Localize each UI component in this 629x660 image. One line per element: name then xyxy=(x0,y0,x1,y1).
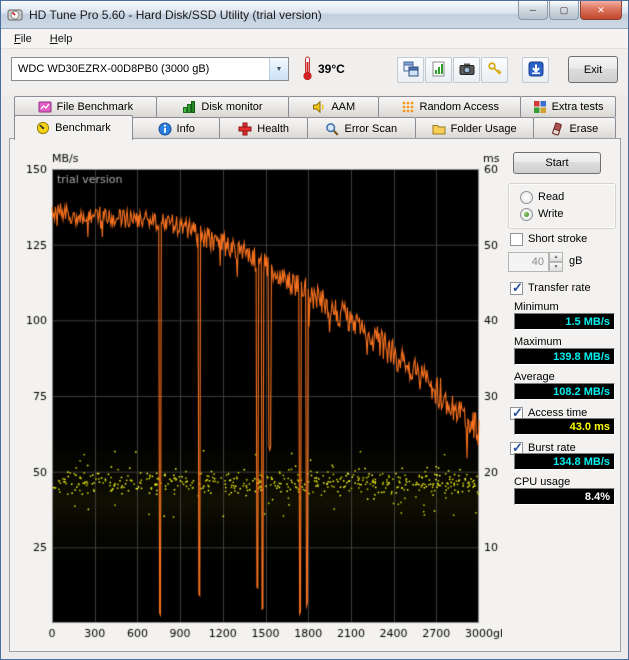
tab-random-access[interactable]: Random Access xyxy=(378,96,522,117)
thermometer-icon xyxy=(301,55,314,84)
menu-item-file[interactable]: File xyxy=(5,31,41,47)
drive-select-value: WDC WD30EZRX-00D8PB0 (3000 gB) xyxy=(18,63,210,75)
benchmark-page: Start Read Write Short stroke 40 ▲ ▼ gB xyxy=(9,138,621,652)
toolbar: WDC WD30EZRX-00D8PB0 (3000 gB) ▼ 39°C Ex… xyxy=(1,49,628,95)
extra-tests-icon xyxy=(533,100,547,114)
chevron-down-icon: ▼ xyxy=(269,58,288,80)
random-access-icon xyxy=(401,100,415,114)
tab-file-benchmark[interactable]: File Benchmark xyxy=(14,96,157,117)
app-icon xyxy=(7,7,23,23)
write-radio-row: Write xyxy=(520,207,563,221)
tab-label: Benchmark xyxy=(55,122,111,134)
exit-button[interactable]: Exit xyxy=(568,56,618,83)
folder-usage-icon xyxy=(432,122,446,136)
tab-label: Random Access xyxy=(419,101,499,113)
app-window: HD Tune Pro 5.60 - Hard Disk/SSD Utility… xyxy=(0,0,629,660)
tab-label: Erase xyxy=(569,122,599,135)
cpu-usage-value: 8.4% xyxy=(514,488,615,505)
save-download-icon xyxy=(528,61,544,80)
read-radio-label: Read xyxy=(538,191,565,203)
tab-label: File Benchmark xyxy=(56,101,134,113)
tab-health[interactable]: Health xyxy=(219,117,308,139)
copy-chart-button[interactable] xyxy=(425,57,452,83)
benchmark-icon xyxy=(36,121,50,135)
keys-icon xyxy=(487,61,503,80)
titlebar: HD Tune Pro 5.60 - Hard Disk/SSD Utility… xyxy=(1,1,628,29)
error-scan-icon xyxy=(325,122,340,136)
tab-folder-usage[interactable]: Folder Usage xyxy=(414,117,534,139)
menu-item-help[interactable]: Help xyxy=(41,31,82,47)
tab-label: Extra tests xyxy=(551,101,604,113)
tab-aam[interactable]: AAM xyxy=(288,96,380,117)
disk-monitor-icon xyxy=(182,100,196,114)
tab-extra-tests[interactable]: Extra tests xyxy=(520,96,616,117)
read-radio-row: Read xyxy=(520,190,564,204)
short-stroke-value-input[interactable]: 40 xyxy=(508,252,549,272)
write-radio-label: Write xyxy=(538,208,564,220)
tab-label: Health xyxy=(257,122,290,135)
menubar: File Help xyxy=(1,29,628,49)
start-button[interactable]: Start xyxy=(513,152,601,174)
minimize-button[interactable]: ─ xyxy=(518,1,548,20)
tab-erase[interactable]: Erase xyxy=(532,117,617,139)
tab-row-2: Benchmark Info Health Error Scan Folder Usag… xyxy=(14,115,617,140)
erase-icon xyxy=(550,122,564,136)
tab-benchmark[interactable]: Benchmark xyxy=(14,115,133,140)
short-stroke-unit: gB xyxy=(569,255,583,267)
maximize-button[interactable]: ▢ xyxy=(549,1,579,20)
transfer-rate-label: Transfer rate xyxy=(528,282,591,294)
tab-disk-monitor[interactable]: Disk monitor xyxy=(155,96,290,117)
tab-label: AAM xyxy=(331,101,356,113)
read-radio[interactable] xyxy=(520,190,533,204)
average-value: 108.2 MB/s xyxy=(514,383,615,400)
tab-label: Disk monitor xyxy=(201,101,263,113)
window-title: HD Tune Pro 5.60 - Hard Disk/SSD Utility… xyxy=(29,7,322,22)
close-button[interactable]: ✕ xyxy=(580,1,622,20)
side-panel: Start Read Write Short stroke 40 ▲ ▼ gB xyxy=(505,139,625,651)
burst-rate-value: 134.8 MB/s xyxy=(514,453,615,470)
minimum-value: 1.5 MB/s xyxy=(514,313,615,330)
tab-info[interactable]: Info xyxy=(131,117,221,139)
copy-window-icon xyxy=(403,61,419,80)
save-download-button[interactable] xyxy=(522,57,549,83)
write-radio[interactable] xyxy=(520,207,533,221)
tab-row-1: File Benchmark Disk monitor AAM Random Acce… xyxy=(14,96,616,117)
access-time-value: 43.0 ms xyxy=(514,418,615,435)
short-stroke-checkbox[interactable] xyxy=(510,232,523,246)
copy-window-button[interactable] xyxy=(397,57,424,83)
camera-button[interactable] xyxy=(453,57,480,83)
health-icon xyxy=(238,122,252,136)
benchmark-chart xyxy=(16,147,502,645)
camera-icon xyxy=(459,61,475,80)
temperature-value: 39°C xyxy=(318,62,345,76)
aam-icon xyxy=(312,100,326,114)
short-stroke-row: Short stroke xyxy=(510,232,587,246)
info-icon xyxy=(158,122,172,136)
copy-chart-icon xyxy=(431,61,447,80)
tab-label: Error Scan xyxy=(344,122,398,135)
transfer-rate-checkbox[interactable] xyxy=(510,280,523,296)
tab-label: Folder Usage xyxy=(450,122,517,135)
spinner-up-button[interactable]: ▲ xyxy=(549,252,563,262)
maximum-value: 139.8 MB/s xyxy=(514,348,615,365)
drive-select[interactable]: WDC WD30EZRX-00D8PB0 (3000 gB) ▼ xyxy=(11,57,289,81)
tab-label: Info xyxy=(176,122,195,135)
keys-button[interactable] xyxy=(481,57,508,83)
spinner-down-button[interactable]: ▼ xyxy=(549,262,563,272)
benchmark-chart-canvas xyxy=(16,147,502,645)
tab-error-scan[interactable]: Error Scan xyxy=(306,117,416,139)
file-benchmark-icon xyxy=(38,100,52,114)
short-stroke-label: Short stroke xyxy=(528,233,588,245)
transfer-rate-row: Transfer rate xyxy=(510,280,591,296)
